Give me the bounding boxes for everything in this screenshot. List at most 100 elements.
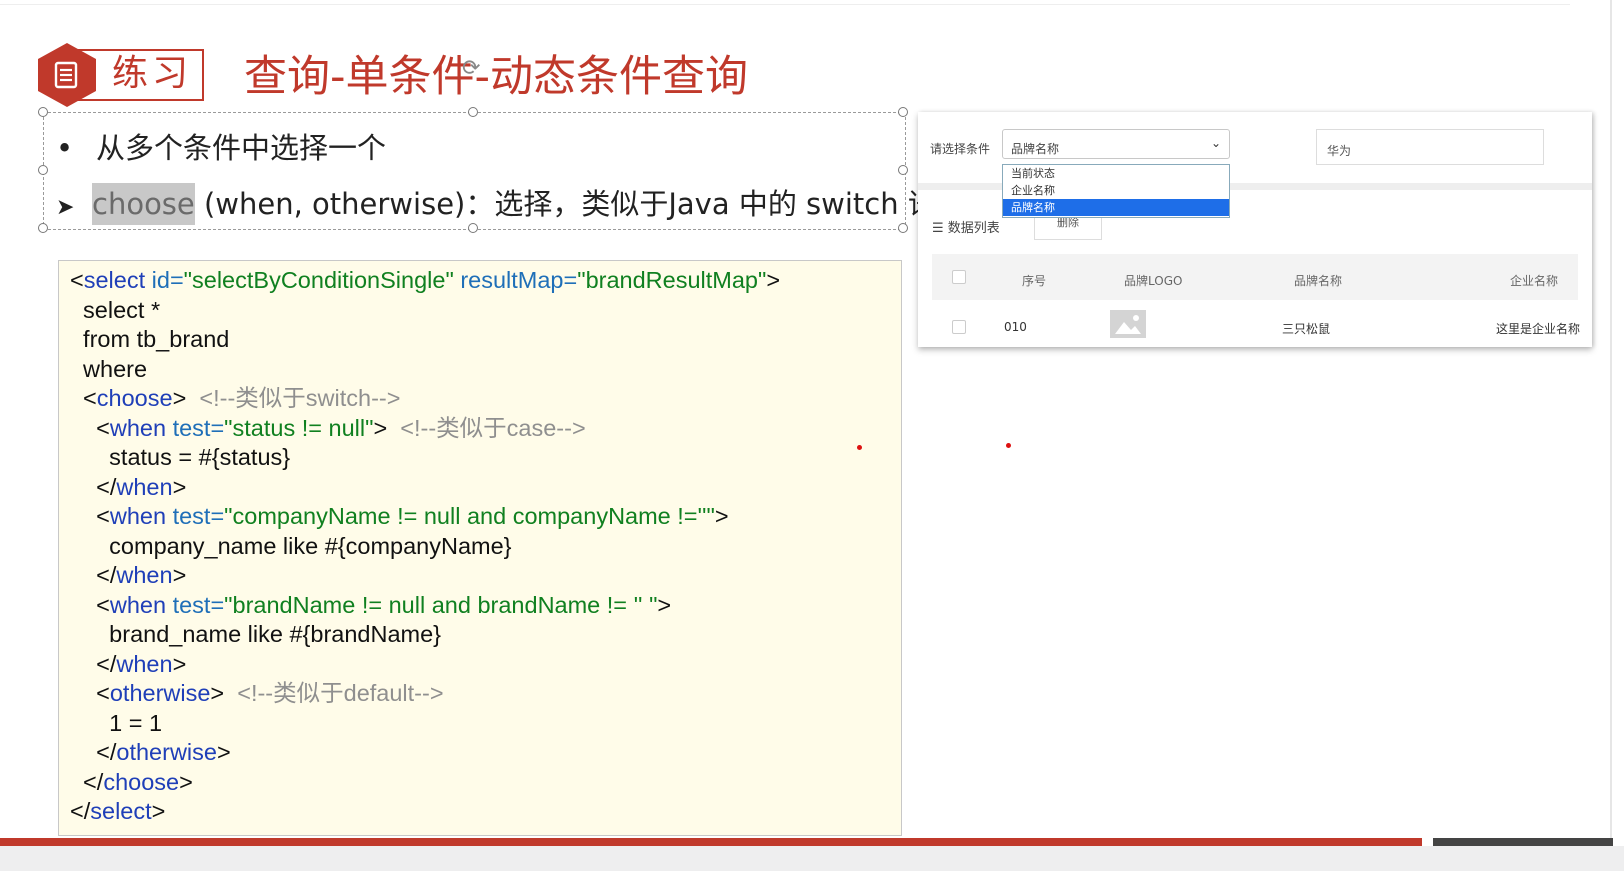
code-token: <!--类似于default--> bbox=[237, 680, 444, 706]
data-list-label: ☰ 数据列表 bbox=[932, 217, 1000, 236]
condition-label: 请选择条件 bbox=[930, 142, 991, 156]
code-token: when bbox=[116, 562, 173, 588]
header-num: 序号 bbox=[1022, 274, 1047, 288]
code-token: > bbox=[766, 267, 781, 293]
bullet-dot-icon: • bbox=[56, 131, 74, 165]
code-token: < bbox=[70, 385, 97, 411]
progress-bar bbox=[0, 838, 1422, 846]
resize-handle[interactable] bbox=[38, 165, 48, 175]
code-token: from tb_brand bbox=[70, 326, 230, 352]
pointer-dot bbox=[1006, 443, 1011, 448]
code-token: "selectByConditionSingle" bbox=[183, 267, 454, 293]
code-line: <otherwise> <!--类似于default--> bbox=[70, 679, 780, 709]
condition-dropdown: 当前状态 企业名称 品牌名称 bbox=[1002, 164, 1230, 218]
code-token: resultMap= bbox=[453, 267, 578, 293]
dropdown-option-selected[interactable]: 品牌名称 bbox=[1003, 199, 1229, 216]
code-token: < bbox=[70, 503, 110, 529]
condition-select-value: 品牌名称 bbox=[1011, 142, 1060, 156]
code-token: </ bbox=[70, 798, 91, 824]
rotate-handle-icon[interactable]: ⟳ bbox=[462, 56, 480, 81]
top-divider bbox=[0, 4, 1570, 5]
code-token: id= bbox=[151, 267, 184, 293]
code-token: > bbox=[210, 680, 238, 706]
condition-select[interactable]: 品牌名称 ⌄ bbox=[1002, 129, 1230, 159]
code-token: when bbox=[116, 473, 173, 500]
code-line: <choose> <!--类似于switch--> bbox=[70, 384, 780, 414]
code-line: </when> bbox=[70, 561, 780, 591]
code-line: company_name like #{companyName} bbox=[70, 532, 780, 562]
code-token: > bbox=[172, 650, 187, 677]
code-line: from tb_brand bbox=[70, 325, 780, 355]
resize-handle[interactable] bbox=[38, 223, 48, 233]
code-token: > bbox=[151, 798, 166, 824]
code-line: status = #{status} bbox=[70, 443, 780, 473]
code-listing: < select id="selectByConditionSingle" res… bbox=[70, 266, 780, 827]
data-list-text: 数据列表 bbox=[947, 221, 1000, 236]
header-company: 企业名称 bbox=[1510, 274, 1559, 288]
code-token: <!--类似于case--> bbox=[400, 414, 586, 441]
pointer-dot bbox=[857, 445, 862, 450]
code-token: "companyName != null and companyName !='… bbox=[224, 503, 715, 529]
code-token: "status != null" bbox=[224, 414, 374, 441]
slide-title: 查询-单条件-动态条件查询 bbox=[244, 52, 749, 102]
code-token: </ bbox=[70, 739, 117, 765]
code-token: <!--类似于switch--> bbox=[199, 385, 401, 411]
code-line: <when test="brandName != null and brandN… bbox=[70, 591, 780, 621]
resize-handle[interactable] bbox=[38, 107, 48, 117]
code-line: where bbox=[70, 355, 780, 385]
code-token: select bbox=[83, 267, 152, 293]
code-token: test= bbox=[172, 503, 225, 529]
code-line: brand_name like #{brandName} bbox=[70, 620, 780, 650]
code-token: status = #{status} bbox=[70, 444, 291, 470]
code-line: 1 = 1 bbox=[70, 709, 780, 739]
dropdown-option[interactable]: 企业名称 bbox=[1003, 182, 1229, 199]
code-token: > bbox=[216, 739, 231, 765]
code-token: </ bbox=[70, 473, 117, 500]
bullet-item: ➤ choose (when, otherwise)：选择，类似于Java 中的 … bbox=[56, 183, 966, 228]
code-line: <when test="companyName != null and comp… bbox=[70, 502, 780, 532]
dropdown-option[interactable]: 当前状态 bbox=[1003, 165, 1229, 182]
code-token: brand_name like #{brandName} bbox=[70, 621, 442, 647]
badge-label: 练习 bbox=[112, 53, 193, 94]
resize-handle[interactable] bbox=[468, 107, 478, 117]
select-all-checkbox[interactable] bbox=[952, 270, 966, 284]
code-token: </ bbox=[70, 650, 117, 677]
code-token: "brandResultMap" bbox=[577, 267, 767, 293]
resize-handle[interactable] bbox=[898, 165, 908, 175]
code-token: </ bbox=[70, 562, 117, 588]
code-token: when bbox=[109, 414, 173, 441]
code-token: otherwise bbox=[116, 739, 217, 765]
code-token: > bbox=[172, 562, 187, 588]
code-token: test= bbox=[172, 591, 225, 618]
highlighted-keyword[interactable]: choose bbox=[92, 183, 195, 225]
cell-brand: 三只松鼠 bbox=[1282, 322, 1331, 336]
code-line: select * bbox=[70, 296, 780, 326]
code-token: select bbox=[90, 798, 152, 824]
status-strip bbox=[0, 846, 1624, 871]
image-icon bbox=[1110, 310, 1146, 338]
code-token: </ bbox=[70, 768, 104, 795]
code-token: when bbox=[109, 591, 173, 618]
code-line: <when test="status != null"> <!--类似于case… bbox=[70, 414, 780, 444]
cell-company: 这里是企业名称 bbox=[1496, 322, 1581, 336]
code-line: <select id="selectByConditionSingle" res… bbox=[70, 266, 780, 296]
code-token: > bbox=[179, 768, 193, 795]
code-token: select * bbox=[70, 296, 161, 323]
code-token: when bbox=[116, 650, 173, 677]
code-line: </choose> bbox=[70, 768, 780, 798]
code-line: </when> bbox=[70, 650, 780, 680]
code-token: > bbox=[714, 503, 729, 529]
code-token: < bbox=[70, 591, 110, 618]
row-checkbox[interactable] bbox=[952, 320, 966, 334]
bullet-text: (when, otherwise)：选择，类似于Java 中的 switch 语… bbox=[194, 187, 966, 221]
code-token: otherwise bbox=[109, 680, 211, 706]
code-token: > bbox=[657, 591, 672, 618]
code-token: choose bbox=[103, 768, 180, 795]
header-logo: 品牌LOGO bbox=[1124, 274, 1183, 288]
search-input[interactable]: 华为 bbox=[1316, 129, 1544, 165]
chevron-down-icon: ⌄ bbox=[1210, 136, 1221, 150]
resize-handle[interactable] bbox=[898, 107, 908, 117]
window-edge bbox=[1610, 0, 1612, 871]
embedded-webpage: 请选择条件 品牌名称 ⌄ 当前状态 企业名称 品牌名称 华为 ☰ 数据列表 删除… bbox=[918, 112, 1592, 347]
code-token: test= bbox=[172, 414, 225, 441]
